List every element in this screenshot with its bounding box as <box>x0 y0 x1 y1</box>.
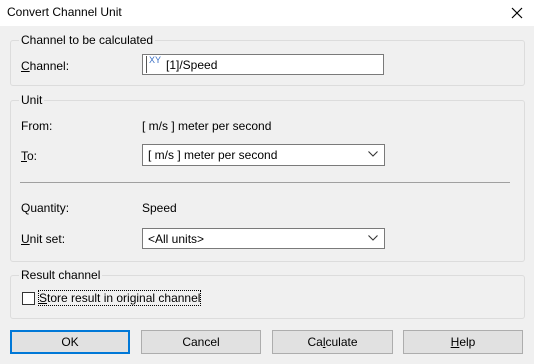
calculate-button[interactable]: Calculate <box>272 330 393 354</box>
store-original-checkbox[interactable] <box>22 292 35 305</box>
to-unit-dropdown[interactable]: [ m/s ] meter per second <box>142 144 385 166</box>
ok-button-label: OK <box>61 335 79 349</box>
help-button[interactable]: Help <box>403 330 523 354</box>
quantity-value: Speed <box>142 201 177 215</box>
result-group-legend: Result channel <box>19 268 103 282</box>
channel-icon-text: XY <box>149 55 162 65</box>
unit-group-legend: Unit <box>19 93 45 107</box>
cancel-button-label: Cancel <box>182 335 220 349</box>
chevron-down-icon <box>368 235 378 241</box>
to-unit-value: [ m/s ] meter per second <box>148 148 278 162</box>
unit-set-dropdown[interactable]: <All units> <box>142 228 385 249</box>
channel-icon: XY <box>146 55 162 73</box>
store-original-label[interactable]: Store result in original channel <box>37 290 202 306</box>
cancel-button[interactable]: Cancel <box>141 330 261 354</box>
help-button-label: Help <box>450 335 476 349</box>
title-bar: Convert Channel Unit <box>0 0 534 26</box>
close-icon <box>511 7 523 19</box>
window-title: Convert Channel Unit <box>7 5 122 19</box>
channel-value: [1]/Speed <box>166 58 218 72</box>
channel-field[interactable]: XY [1]/Speed <box>142 54 384 75</box>
unit-set-value: <All units> <box>148 232 205 246</box>
calculate-button-label: Calculate <box>307 335 358 349</box>
unit-set-label: Unit set: <box>21 232 66 246</box>
chevron-down-icon <box>368 151 378 157</box>
channel-group-legend: Channel to be calculated <box>19 33 156 47</box>
channel-label: Channel: <box>21 59 70 73</box>
quantity-label: Quantity: <box>21 201 70 215</box>
unit-separator <box>20 182 510 183</box>
from-value: [ m/s ] meter per second <box>142 119 272 133</box>
from-label: From: <box>21 119 53 133</box>
ok-button[interactable]: OK <box>10 330 130 354</box>
to-label: To: <box>21 149 38 163</box>
close-button[interactable] <box>500 0 534 26</box>
